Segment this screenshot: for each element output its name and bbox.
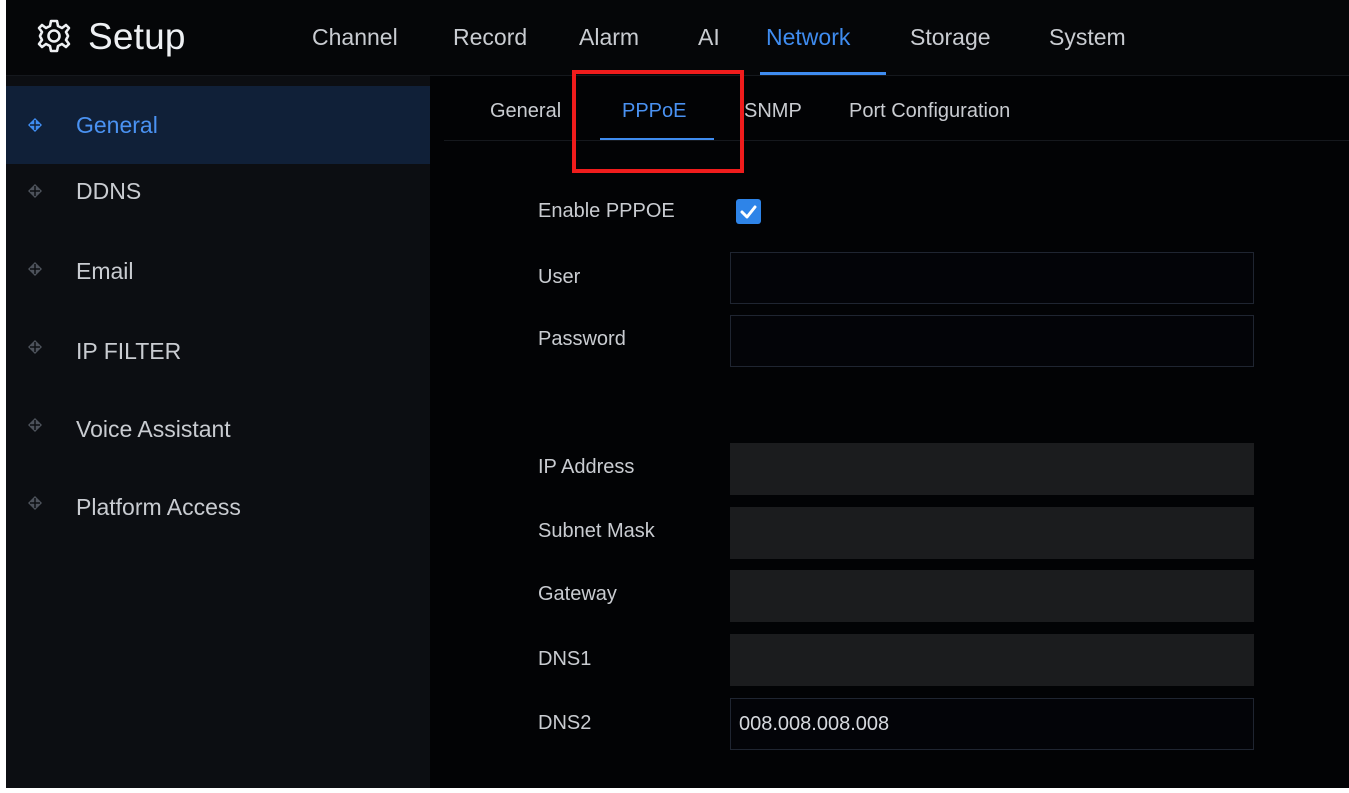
subtab-snmp[interactable]: SNMP [744, 100, 802, 123]
sidebar-item-label: DDNS [76, 178, 142, 204]
sidebar-item-voice-assistant[interactable]: Voice Assistant [6, 398, 430, 476]
subtab-port-configuration[interactable]: Port Configuration [849, 100, 1010, 123]
subtab-pppoe[interactable]: PPPoE [622, 100, 686, 123]
sidebar-item-ddns[interactable]: DDNS [6, 164, 430, 242]
setup-screen: Setup Channel Record Alarm AI Network St… [6, 0, 1349, 788]
top-bar: Setup Channel Record Alarm AI Network St… [6, 0, 1349, 76]
password-input[interactable] [730, 315, 1254, 367]
dns2-label: DNS2 [538, 712, 592, 734]
sidebar-item-label: Voice Assistant [76, 416, 231, 442]
ip-address-label: IP Address [538, 456, 635, 478]
tab-alarm[interactable]: Alarm [579, 24, 639, 51]
password-label: Password [538, 328, 626, 350]
diamond-bullet-icon [28, 418, 42, 432]
user-input[interactable] [730, 252, 1254, 304]
dns1-input [730, 634, 1254, 686]
dns1-label: DNS1 [538, 648, 592, 670]
sidebar-item-label: IP FILTER [76, 338, 182, 364]
sidebar-item-email[interactable]: Email [6, 242, 430, 320]
diamond-bullet-icon [28, 340, 42, 354]
subnet-mask-input [730, 507, 1254, 559]
ip-address-input [730, 443, 1254, 495]
sidebar-item-platform-access[interactable]: Platform Access [6, 476, 430, 554]
subtabs-divider [444, 140, 1349, 141]
enable-pppoe-label: Enable PPPOE [538, 200, 675, 222]
active-tab-indicator [760, 72, 886, 75]
tab-channel[interactable]: Channel [312, 24, 398, 51]
sidebar-item-label: Email [76, 258, 134, 284]
sidebar-item-ip-filter[interactable]: IP FILTER [6, 320, 430, 398]
user-label: User [538, 266, 581, 288]
sidebar-item-label: General [76, 112, 158, 138]
enable-pppoe-checkbox[interactable] [736, 199, 761, 224]
diamond-bullet-icon [28, 262, 42, 276]
checkmark-icon [740, 205, 757, 219]
tab-record[interactable]: Record [453, 24, 527, 51]
subtab-general[interactable]: General [490, 100, 561, 123]
diamond-bullet-icon [28, 496, 42, 510]
gateway-input [730, 570, 1254, 622]
tab-ai[interactable]: AI [698, 24, 720, 51]
tab-network[interactable]: Network [766, 24, 850, 51]
dns2-input[interactable] [730, 698, 1254, 750]
diamond-bullet-icon [28, 184, 42, 198]
tab-system[interactable]: System [1049, 24, 1126, 51]
sidebar-item-general[interactable]: General [6, 86, 430, 164]
diamond-bullet-icon [28, 118, 42, 132]
content-panel: General PPPoE SNMP Port Configuration En… [430, 76, 1349, 788]
gateway-label: Gateway [538, 583, 617, 605]
sidebar-item-label: Platform Access [76, 494, 241, 520]
tab-storage[interactable]: Storage [910, 24, 991, 51]
gear-icon [37, 19, 71, 53]
sidebar: General DDNS Email IP FILTER Voice Assis… [6, 76, 430, 788]
subnet-mask-label: Subnet Mask [538, 520, 655, 542]
app-title: Setup [88, 16, 186, 57]
